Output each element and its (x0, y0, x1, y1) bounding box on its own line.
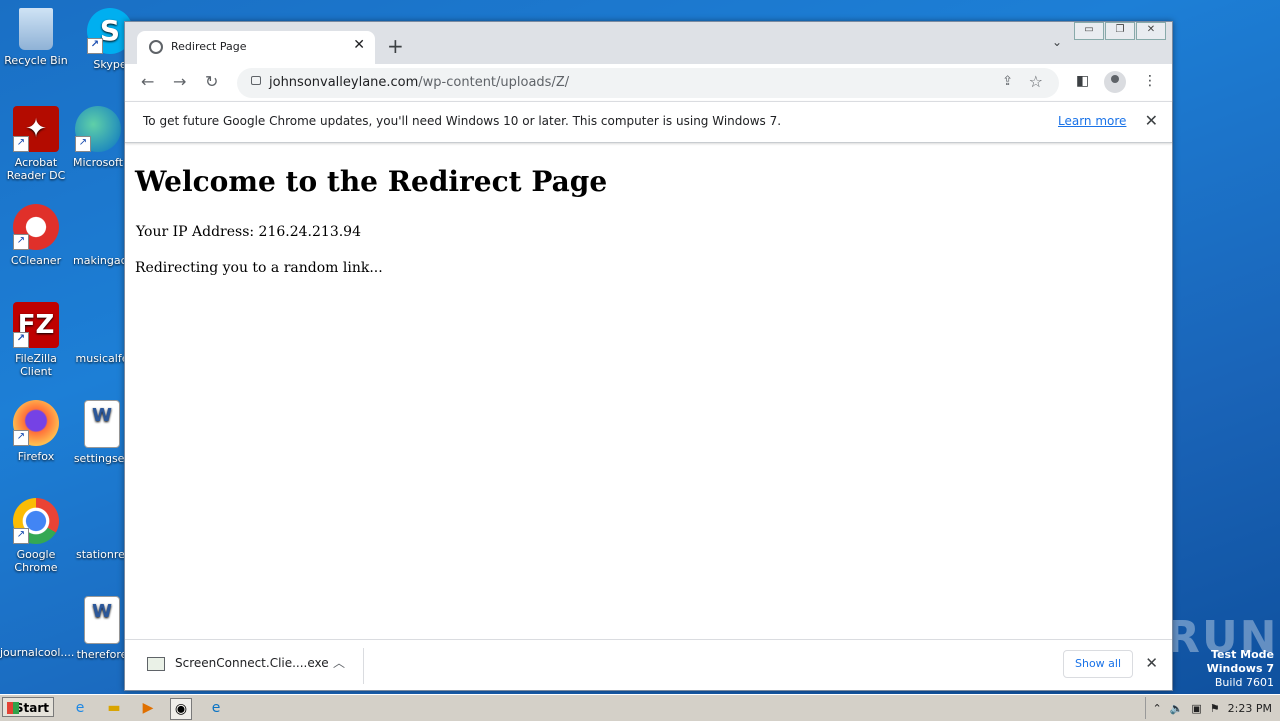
word-document-icon: W (84, 596, 120, 644)
shortcut-arrow-icon: ↗ (13, 136, 29, 152)
more-menu-icon[interactable]: ⋮ (1143, 73, 1157, 89)
taskbar: Start e ▬ ▶ ◉ e ⌃ 🔈 ▣ ⚑ 2:23 PM (0, 694, 1280, 721)
file-icon (79, 204, 125, 250)
desktop-icon-firefox[interactable]: ↗ Firefox (0, 400, 72, 463)
desktop-icon-ccleaner[interactable]: ↗ CCleaner (0, 204, 72, 267)
recycle-bin-icon (19, 8, 53, 50)
action-center-flag-icon[interactable]: ⚑ (1210, 702, 1220, 715)
desktop-icon-label: journalcool.... (0, 646, 75, 659)
globe-icon (149, 40, 163, 54)
shortcut-arrow-icon: ↗ (87, 38, 103, 54)
restore-icon[interactable]: ❐ (1105, 22, 1135, 40)
lock-icon (251, 76, 261, 85)
url-path: /wp-content/uploads/Z/ (418, 75, 570, 90)
internet-explorer-icon[interactable]: e (70, 698, 90, 718)
test-mode-line3: Build 7601 (1214, 676, 1274, 689)
system-tray: ⌃ 🔈 ▣ ⚑ 2:23 PM (1145, 697, 1280, 719)
share-icon[interactable]: ⇪ (1002, 74, 1013, 89)
network-icon[interactable]: ▣ (1191, 702, 1201, 715)
forward-icon[interactable]: → (173, 72, 186, 91)
volume-icon[interactable]: 🔈 (1170, 702, 1184, 715)
minimize-icon[interactable]: ▭ (1074, 22, 1104, 40)
desktop-icon-label: Google Chrome (14, 548, 58, 574)
ip-address-text: Your IP Address: 216.24.213.94 (136, 224, 361, 240)
show-all-button[interactable]: Show all (1063, 650, 1133, 678)
address-bar[interactable]: johnsonvalleylane.com/wp-content/uploads… (237, 68, 1059, 98)
desktop-icon-google-chrome[interactable]: ↗ Google Chrome (0, 498, 72, 574)
download-filename[interactable]: ScreenConnect.Clie....exe (175, 656, 329, 670)
acrobat-icon: ✦ ↗ (13, 106, 59, 152)
chevron-down-icon[interactable]: ⌄ (1052, 35, 1062, 49)
window-controls: ▭ ❐ ✕ (1073, 22, 1166, 40)
tab-strip: ▭ ❐ ✕ Redirect Page ✕ + ⌄ (125, 22, 1172, 64)
shortcut-arrow-icon: ↗ (13, 332, 29, 348)
bookmark-star-icon[interactable]: ☆ (1029, 72, 1043, 91)
close-download-bar-icon[interactable]: ✕ (1145, 654, 1158, 672)
close-window-icon[interactable]: ✕ (1136, 22, 1166, 40)
desktop-icon-recycle-bin[interactable]: Recycle Bin (0, 8, 72, 67)
test-mode-line2: Windows 7 (1206, 662, 1274, 675)
clock[interactable]: 2:23 PM (1228, 702, 1272, 715)
desktop-icon-label: FileZilla Client (15, 352, 57, 378)
chevron-up-icon[interactable]: ︿ (333, 654, 345, 671)
learn-more-link[interactable]: Learn more (1058, 114, 1126, 128)
chrome-icon: ↗ (13, 498, 59, 544)
redirect-text: Redirecting you to a random link... (135, 260, 383, 276)
filezilla-icon: FZ ↗ (13, 302, 59, 348)
chrome-window: ▭ ❐ ✕ Redirect Page ✕ + ⌄ ← → ↻ johnsonv… (124, 21, 1173, 691)
toolbar: ← → ↻ johnsonvalleylane.com/wp-content/u… (125, 64, 1172, 101)
exe-file-icon (147, 657, 165, 671)
page-heading: Welcome to the Redirect Page (135, 165, 608, 198)
url-host: johnsonvalleylane.com (269, 75, 419, 90)
show-hidden-icons-icon[interactable]: ⌃ (1152, 702, 1161, 715)
page-content: Welcome to the Redirect Page Your IP Add… (125, 143, 1172, 638)
desktop-icon-filezilla[interactable]: FZ ↗ FileZilla Client (0, 302, 72, 378)
url-text[interactable]: johnsonvalleylane.com/wp-content/uploads… (269, 75, 569, 90)
download-bar: ScreenConnect.Clie....exe ︿ Show all ✕ (125, 639, 1172, 690)
infobar-message: To get future Google Chrome updates, you… (143, 114, 782, 128)
profile-avatar-icon[interactable] (1104, 71, 1126, 93)
ccleaner-icon: ↗ (13, 204, 59, 250)
file-icon (13, 596, 59, 642)
shortcut-arrow-icon: ↗ (13, 528, 29, 544)
shortcut-arrow-icon: ↗ (13, 234, 29, 250)
test-mode-line1: Test Mode (1211, 648, 1274, 661)
file-icon (79, 498, 125, 544)
shortcut-arrow-icon: ↗ (13, 430, 29, 446)
back-icon[interactable]: ← (141, 72, 154, 91)
firefox-icon: ↗ (13, 400, 59, 446)
divider (363, 648, 364, 684)
word-document-icon: W (84, 400, 120, 448)
desktop-icon-label: CCleaner (10, 254, 62, 267)
tab-redirect-page[interactable]: Redirect Page ✕ (137, 31, 375, 64)
folder-icon[interactable]: ▬ (104, 698, 124, 718)
desktop-icon-label: Recycle Bin (4, 54, 68, 67)
desktop-icon-journalcool[interactable]: journalcool.... (0, 596, 75, 659)
edge-taskbar-icon[interactable]: e (206, 698, 226, 718)
reload-icon[interactable]: ↻ (205, 72, 218, 91)
file-icon (79, 302, 125, 348)
side-panel-icon[interactable]: ◧ (1076, 73, 1089, 89)
shortcut-arrow-icon: ↗ (75, 136, 91, 152)
tab-title: Redirect Page (171, 40, 247, 53)
media-player-icon[interactable]: ▶ (138, 698, 158, 718)
start-button[interactable]: Start (2, 697, 54, 717)
edge-icon: ↗ (75, 106, 121, 152)
close-tab-icon[interactable]: ✕ (353, 37, 365, 53)
desktop-icon-label: Firefox (17, 450, 55, 463)
test-mode-notice: Test Mode Windows 7 Build 7601 (1207, 648, 1274, 690)
new-tab-icon[interactable]: + (387, 34, 404, 58)
chrome-taskbar-icon[interactable]: ◉ (170, 698, 192, 720)
update-infobar: To get future Google Chrome updates, you… (125, 101, 1172, 143)
close-infobar-icon[interactable]: ✕ (1145, 111, 1158, 130)
